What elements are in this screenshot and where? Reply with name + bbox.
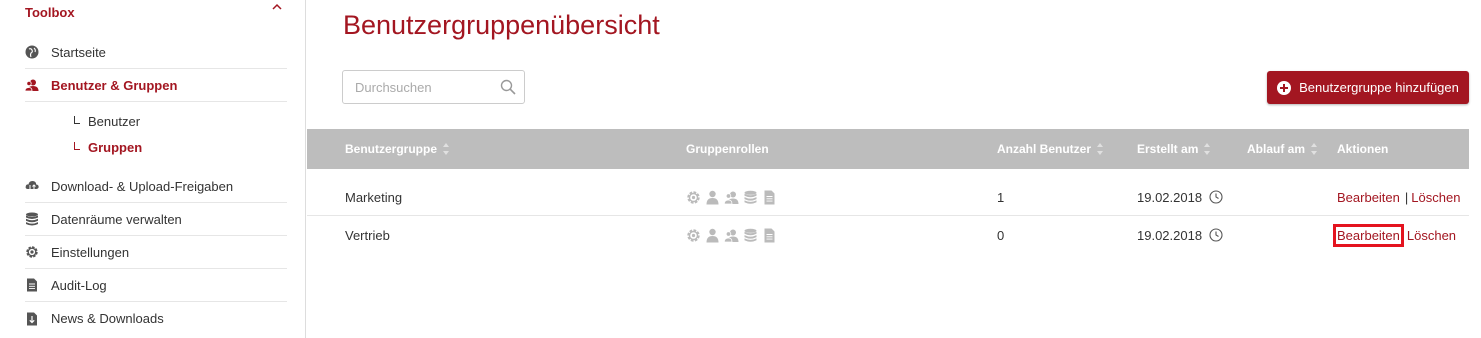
delete-link[interactable]: Löschen [1411,190,1460,205]
cloud-transfer-icon [25,181,39,192]
sidebar-subitem-label: Benutzer [88,114,141,129]
search-box [342,70,525,104]
sidebar: Toolbox Startseite Benutzer & Gruppen Be… [0,0,306,338]
gear-icon [26,246,38,258]
globe-icon [25,45,39,59]
user-count: 1 [997,189,1005,205]
column-header-aktionen: Aktionen [1337,129,1388,169]
sidebar-item-label: Einstellungen [51,244,130,260]
sidebar-item-label: Download- & Upload-Freigaben [51,178,234,194]
column-header-label: Gruppenrollen [686,142,769,156]
user-icon [706,190,719,204]
app-root: Toolbox Startseite Benutzer & Gruppen Be… [0,0,1481,338]
gear-icon [687,228,700,242]
edit-link[interactable]: Bearbeiten [1337,190,1400,205]
sort-icon [1204,143,1211,155]
column-header-label: Aktionen [1337,142,1389,156]
search-icon[interactable] [500,79,516,95]
sidebar-item-label: Audit-Log [51,277,107,293]
users-icon [25,79,39,92]
sidebar-subitem-gruppen[interactable]: Gruppen [74,140,142,155]
created-date-cell: 19.02.2018 [1137,178,1223,216]
sidebar-item-benutzer-gruppen[interactable]: Benutzer & Gruppen [25,69,287,102]
column-header-label: Erstellt am [1137,142,1199,156]
row-actions: Bearbeiten | Löschen [1337,178,1460,216]
add-usergroup-label: Benutzergruppe hinzufügen [1299,80,1459,95]
user-count: 0 [997,227,1005,243]
column-header-anzahl-benutzer[interactable]: Anzahl Benutzer [997,129,1104,169]
edit-link[interactable]: Bearbeiten [1333,223,1404,247]
column-header-label: Ablauf am [1247,142,1306,156]
users-icon [724,191,739,204]
add-usergroup-button[interactable]: Benutzergruppe hinzufügen [1267,71,1469,104]
created-date: 19.02.2018 [1137,227,1203,243]
column-header-erstellt-am[interactable]: Erstellt am [1137,129,1211,169]
document-icon [27,278,37,292]
column-header-label: Benutzergruppe [345,142,438,156]
sidebar-subitem-label: Gruppen [88,140,143,155]
created-date: 19.02.2018 [1137,189,1203,205]
column-header-gruppenrollen: Gruppenrollen [686,129,769,169]
column-header-benutzergruppe[interactable]: Benutzergruppe [345,129,450,169]
sidebar-heading: Toolbox [25,5,75,20]
download-document-icon [27,312,37,325]
delete-link[interactable]: Löschen [1407,228,1456,243]
tree-corner-icon [74,142,80,150]
row-actions: Bearbeiten Löschen [1333,216,1456,254]
sidebar-item-news-downloads[interactable]: News & Downloads [25,302,287,335]
gear-icon [687,190,700,204]
action-separator: | [1404,189,1409,205]
table-header: Benutzergruppe Gruppenrollen Anzahl Benu… [307,129,1469,169]
group-name: Marketing [345,189,403,205]
page-title: Benutzergruppenübersicht [343,10,660,40]
search-input[interactable] [343,71,483,103]
sidebar-item-label: Datenräume verwalten [51,211,182,227]
column-header-ablauf-am[interactable]: Ablauf am [1247,129,1318,169]
user-icon [706,228,719,242]
sort-icon [1097,143,1104,155]
document-icon [764,190,775,204]
database-icon [744,190,757,204]
table-row: Marketing 1 19.02.2018 Bearbeiten | Lösc… [307,178,1469,216]
sidebar-item-datenraeume[interactable]: Datenräume verwalten [25,203,287,236]
database-icon [744,228,757,242]
created-date-cell: 19.02.2018 [1137,216,1223,254]
sidebar-item-label: News & Downloads [51,311,164,326]
sidebar-item-label: Startseite [51,44,106,60]
sort-icon [443,143,450,155]
group-name: Vertrieb [345,227,390,243]
table-row: Vertrieb 0 19.02.2018 Bearbeiten Löschen [307,216,1469,254]
sidebar-item-einstellungen[interactable]: Einstellungen [25,236,287,269]
document-icon [764,228,775,242]
clock-icon [1209,228,1223,242]
sidebar-item-startseite[interactable]: Startseite [25,36,287,69]
database-icon [26,212,38,226]
sidebar-item-label: Benutzer & Gruppen [51,77,178,93]
plus-circle-icon [1277,80,1292,95]
clock-icon [1209,190,1223,204]
chevron-up-icon[interactable] [270,2,284,12]
tree-corner-icon [74,116,80,124]
group-roles [686,178,777,216]
users-icon [724,229,739,242]
sort-icon [1311,143,1318,155]
sidebar-item-freigaben[interactable]: Download- & Upload-Freigaben [25,170,287,203]
sidebar-subitem-benutzer[interactable]: Benutzer [74,114,140,129]
group-roles [686,216,777,254]
sidebar-item-audit-log[interactable]: Audit-Log [25,269,287,302]
column-header-label: Anzahl Benutzer [997,142,1092,156]
